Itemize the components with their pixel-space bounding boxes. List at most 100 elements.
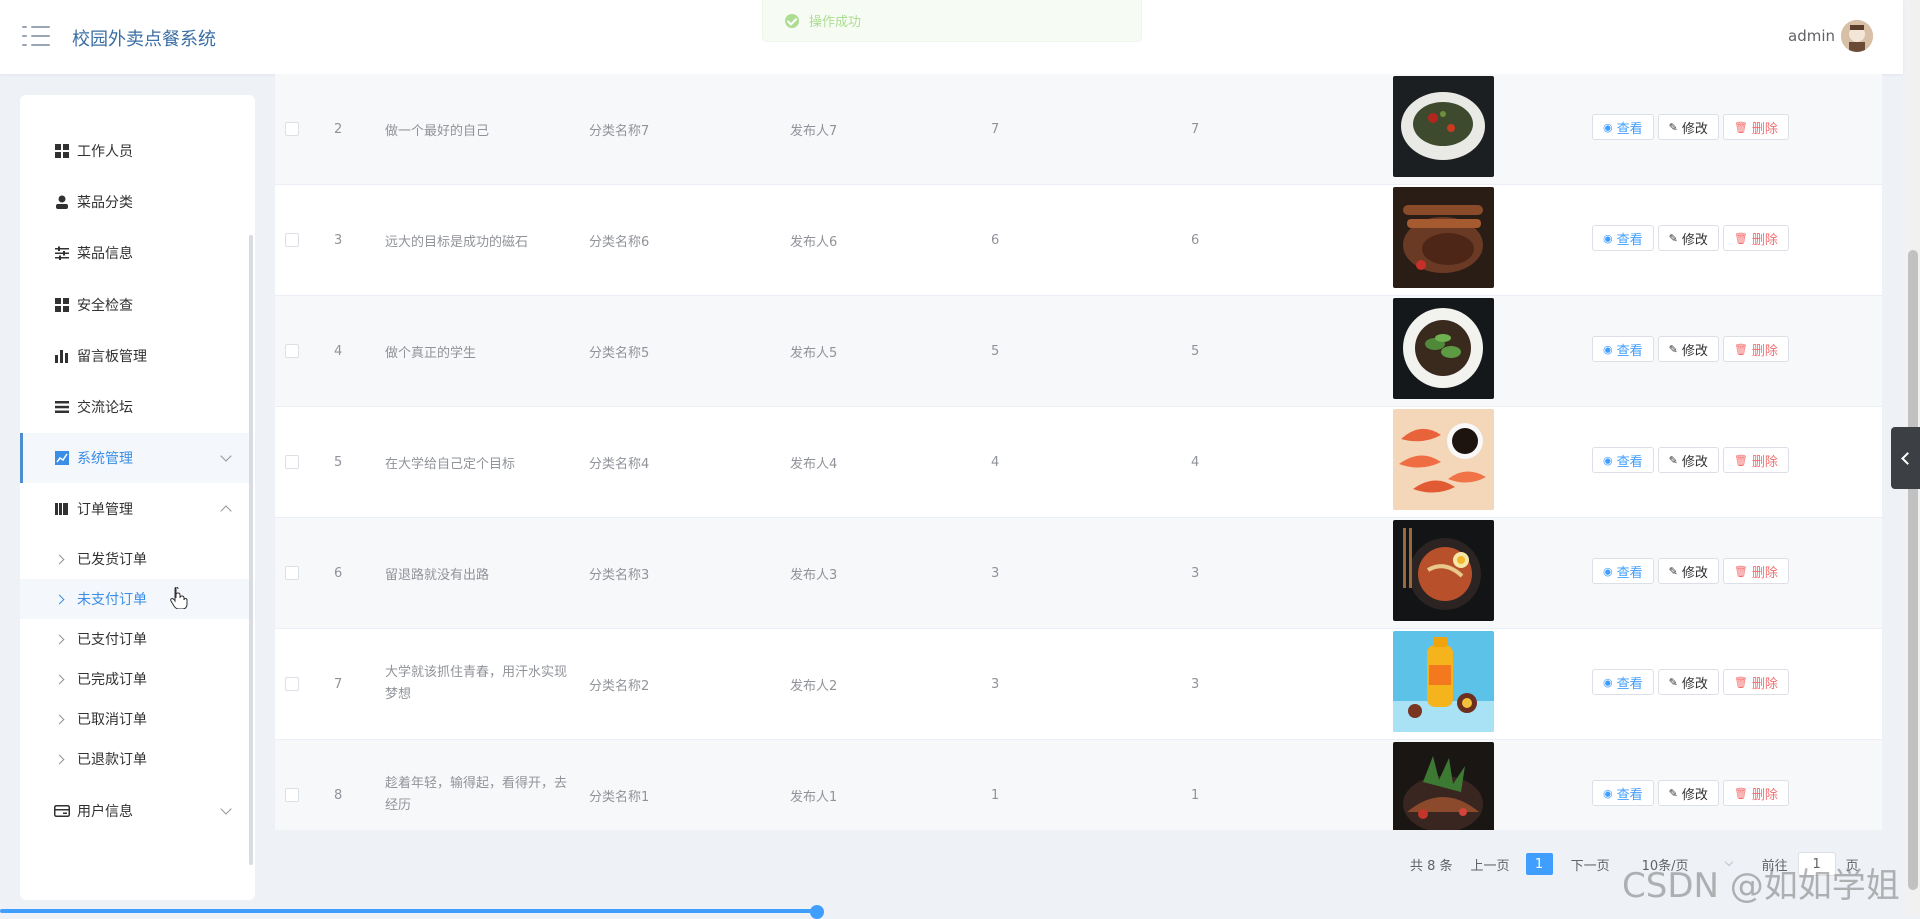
- delete-button[interactable]: 🗑 删除: [1722, 669, 1789, 695]
- submenu-label: 未支付订单: [77, 592, 147, 608]
- chevron-right-icon: [54, 714, 65, 724]
- submenu-refunded-orders[interactable]: 已退款订单: [20, 739, 252, 779]
- submenu-paid-orders[interactable]: 已支付订单: [20, 619, 252, 659]
- delete-button[interactable]: 🗑 删除: [1722, 336, 1789, 362]
- row-checkbox[interactable]: [285, 122, 299, 136]
- view-button[interactable]: ◉ 查看: [1592, 780, 1654, 806]
- edit-icon: ✎: [1668, 231, 1678, 245]
- view-button[interactable]: ◉ 查看: [1592, 558, 1654, 584]
- category-cell: 分类名称3: [589, 567, 650, 583]
- row-checkbox[interactable]: [285, 455, 299, 469]
- delete-button[interactable]: 🗑 删除: [1722, 558, 1789, 584]
- sidebar-item-system[interactable]: 系统管理: [20, 433, 252, 483]
- delete-button[interactable]: 🗑 删除: [1722, 780, 1789, 806]
- view-button[interactable]: ◉ 查看: [1592, 114, 1654, 140]
- next-page-button[interactable]: 下一页: [1571, 855, 1610, 874]
- sidebar-item-staff[interactable]: 工作人员: [20, 126, 252, 176]
- title-cell: 做个真正的学生: [385, 345, 477, 361]
- table-row: 4 做个真正的学生 分类名称5 发布人5 5 5 ◉ 查看 ✎ 修改 🗑 删除: [275, 296, 1882, 407]
- edit-icon: ✎: [1668, 786, 1678, 800]
- sidebar-item-orders[interactable]: 订单管理: [20, 484, 252, 534]
- submenu-cancelled-orders[interactable]: 已取消订单: [20, 699, 252, 739]
- row-checkbox[interactable]: [285, 788, 299, 802]
- publisher-cell: 发布人7: [790, 123, 838, 139]
- row-actions: ◉ 查看 ✎ 修改 🗑 删除: [1592, 780, 1789, 806]
- dish-image: [1393, 298, 1494, 399]
- edit-icon: ✎: [1668, 675, 1678, 689]
- chevron-right-icon: [54, 674, 65, 684]
- title-cell: 大学就该抓住青春，用汗水实现梦想: [385, 665, 568, 702]
- dish-image: [1393, 742, 1494, 830]
- count-cell: 5: [991, 343, 1000, 359]
- title-cell: 做一个最好的自己: [385, 123, 490, 139]
- edit-button[interactable]: ✎ 修改: [1657, 558, 1719, 584]
- publisher-cell: 发布人2: [790, 678, 838, 694]
- data-table: 2 做一个最好的自己 分类名称7 发布人7 7 7 ◉ 查看 ✎ 修改 🗑 删除 3 …: [275, 74, 1882, 830]
- index-cell: 5: [334, 454, 343, 470]
- view-button[interactable]: ◉ 查看: [1592, 225, 1654, 251]
- chevron-right-icon: [54, 554, 65, 564]
- edit-button[interactable]: ✎ 修改: [1657, 114, 1719, 140]
- row-checkbox[interactable]: [285, 344, 299, 358]
- sidebar-item-safety-check[interactable]: 安全检查: [20, 280, 252, 330]
- eye-icon: ◉: [1603, 675, 1613, 689]
- publisher-cell: 发布人4: [790, 456, 838, 472]
- eye-icon: ◉: [1603, 786, 1613, 800]
- edit-button[interactable]: ✎ 修改: [1657, 225, 1719, 251]
- sidebar-item-message-board[interactable]: 留言板管理: [20, 331, 252, 381]
- sidebar-item-user-info[interactable]: 用户信息: [20, 786, 252, 836]
- submenu-completed-orders[interactable]: 已完成订单: [20, 659, 252, 699]
- dish-image: [1393, 76, 1494, 177]
- index-cell: 2: [334, 121, 343, 137]
- row-checkbox[interactable]: [285, 233, 299, 247]
- page-scrollbar-thumb[interactable]: [1908, 250, 1918, 890]
- submenu-unpaid-orders[interactable]: 未支付订单: [20, 579, 252, 619]
- page-1-button[interactable]: 1: [1525, 853, 1553, 875]
- view-button[interactable]: ◉ 查看: [1592, 447, 1654, 473]
- scroll-handle[interactable]: [810, 905, 824, 919]
- publisher-cell: 发布人1: [790, 789, 838, 805]
- edit-button[interactable]: ✎ 修改: [1657, 669, 1719, 695]
- collapse-panel-tab[interactable]: [1891, 427, 1920, 489]
- success-toast: 操作成功: [762, 0, 1142, 42]
- prev-page-button[interactable]: 上一页: [1471, 855, 1510, 874]
- edit-icon: ✎: [1668, 342, 1678, 356]
- sidebar: 工作人员 菜品分类 菜品信息 安全检查 留言板管理 交流论坛 系统管理 订单管理…: [20, 95, 255, 900]
- delete-button[interactable]: 🗑 删除: [1722, 225, 1789, 251]
- edit-button[interactable]: ✎ 修改: [1657, 336, 1719, 362]
- row-checkbox[interactable]: [285, 566, 299, 580]
- count-cell: 1: [1191, 787, 1200, 803]
- count-cell: 3: [991, 565, 1000, 581]
- user-name[interactable]: admin: [1788, 27, 1835, 45]
- edit-button[interactable]: ✎ 修改: [1657, 780, 1719, 806]
- sidebar-item-label: 安全检查: [77, 298, 133, 314]
- index-cell: 4: [334, 343, 343, 359]
- title-cell: 在大学给自己定个目标: [385, 456, 516, 472]
- sidebar-item-label: 留言板管理: [77, 349, 147, 365]
- sidebar-item-dish-info[interactable]: 菜品信息: [20, 228, 252, 278]
- sidebar-scrollbar[interactable]: [249, 235, 253, 865]
- horizontal-scrollbar[interactable]: [0, 909, 820, 913]
- delete-button[interactable]: 🗑 删除: [1722, 114, 1789, 140]
- sidebar-item-label: 交流论坛: [77, 400, 133, 416]
- trash-icon: 🗑: [1733, 231, 1748, 245]
- submenu-shipped-orders[interactable]: 已发货订单: [20, 539, 252, 579]
- row-actions: ◉ 查看 ✎ 修改 🗑 删除: [1592, 336, 1789, 362]
- delete-button[interactable]: 🗑 删除: [1722, 447, 1789, 473]
- table-row: 2 做一个最好的自己 分类名称7 发布人7 7 7 ◉ 查看 ✎ 修改 🗑 删除: [275, 74, 1882, 185]
- sidebar-item-forum[interactable]: 交流论坛: [20, 382, 252, 432]
- category-cell: 分类名称5: [589, 345, 650, 361]
- row-actions: ◉ 查看 ✎ 修改 🗑 删除: [1592, 225, 1789, 251]
- view-button[interactable]: ◉ 查看: [1592, 336, 1654, 362]
- app-title: 校园外卖点餐系统: [72, 29, 216, 50]
- avatar[interactable]: [1841, 20, 1873, 52]
- sidebar-item-dish-category[interactable]: 菜品分类: [20, 177, 252, 227]
- hand-cursor-icon: [170, 587, 188, 609]
- row-actions: ◉ 查看 ✎ 修改 🗑 删除: [1592, 558, 1789, 584]
- view-button[interactable]: ◉ 查看: [1592, 669, 1654, 695]
- edit-button[interactable]: ✎ 修改: [1657, 447, 1719, 473]
- dish-image: [1393, 631, 1494, 732]
- chevron-right-icon: [54, 594, 65, 604]
- row-checkbox[interactable]: [285, 677, 299, 691]
- menu-toggle-icon[interactable]: [22, 26, 50, 48]
